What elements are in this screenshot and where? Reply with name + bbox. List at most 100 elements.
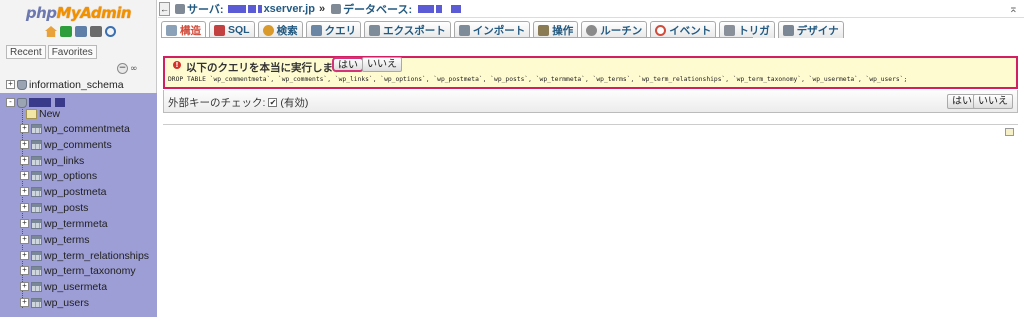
collapse-nav-icon[interactable]: ← (159, 1, 170, 16)
home-icon[interactable] (45, 26, 57, 37)
query-icon (310, 24, 322, 36)
tab-structure[interactable]: 構造 (161, 21, 206, 38)
wrench-icon (538, 24, 550, 36)
scroll-top-icon[interactable]: ⌅ (1009, 2, 1018, 15)
sql-docs-icon[interactable] (90, 26, 102, 37)
breadcrumb-server-label[interactable]: サーバ: (187, 1, 224, 17)
table-icon (31, 186, 42, 197)
database-icon (17, 79, 27, 90)
fk-no-button[interactable]: いいえ (973, 94, 1013, 109)
expand-icon[interactable]: + (20, 187, 29, 196)
link-icon[interactable]: ∞ (130, 64, 138, 74)
tree-table[interactable]: + wp_termmeta (20, 216, 108, 231)
table-icon (31, 234, 42, 245)
tree-table[interactable]: + wp_commentmeta (20, 121, 130, 136)
redacted-db (418, 4, 435, 13)
fk-check-row: 外部キーのチェック: ✔ (有効) はい いいえ (163, 90, 1018, 113)
expand-icon[interactable]: + (20, 219, 29, 228)
table-icon (31, 202, 42, 213)
tree-table[interactable]: + wp_options (20, 168, 97, 183)
recent-favorites-tabs: Recent Favorites (6, 45, 97, 59)
sql-query-text: DROP TABLE `wp_commentmeta`, `wp_comment… (168, 76, 908, 83)
db-name[interactable]: information_schema (29, 79, 124, 91)
tab-query[interactable]: クエリ (305, 21, 362, 38)
new-table-icon (26, 108, 37, 119)
expand-icon[interactable]: + (20, 124, 29, 133)
tab-import[interactable]: インポート (453, 21, 531, 38)
tab-search[interactable]: 検索 (257, 21, 303, 38)
tab-designer[interactable]: デザイナ (777, 21, 844, 38)
tree-table[interactable]: + wp_postmeta (20, 184, 106, 199)
tree-table[interactable]: + wp_users (20, 295, 89, 310)
documentation-icon[interactable] (75, 26, 87, 37)
table-icon (31, 139, 42, 150)
import-icon (458, 24, 470, 36)
table-icon (31, 265, 42, 276)
designer-icon (782, 24, 794, 36)
tree-new-table[interactable]: New (26, 106, 60, 121)
tab-divider (161, 37, 753, 38)
tree-table[interactable]: + wp_links (20, 153, 84, 168)
tab-triggers[interactable]: トリガ (719, 21, 775, 38)
table-icon (31, 218, 42, 229)
expand-icon[interactable]: + (20, 251, 29, 260)
routine-icon (586, 24, 598, 36)
expand-icon[interactable]: + (20, 156, 29, 165)
table-icon (31, 281, 42, 292)
table-icon (31, 297, 42, 308)
expand-icon[interactable]: + (20, 282, 29, 291)
collapse-controls: − ∞ (117, 63, 138, 74)
tree-db-information-schema[interactable]: + information_schema (6, 77, 124, 92)
tree-table[interactable]: + wp_terms (20, 232, 90, 247)
nav-icon-bar (45, 26, 116, 37)
expand-icon[interactable]: + (20, 298, 29, 307)
tree-table[interactable]: + wp_term_relationships (20, 248, 149, 263)
fk-check-label: 外部キーのチェック: ✔ (有効) (168, 97, 309, 109)
confirm-no-button[interactable]: いいえ (362, 57, 402, 72)
confirm-yes-button[interactable]: はい (332, 57, 364, 72)
expand-icon[interactable]: + (20, 235, 29, 244)
tab-operations[interactable]: 操作 (533, 21, 579, 38)
tab-export[interactable]: エクスポート (364, 21, 451, 38)
warning-icon: ! (173, 61, 181, 69)
favorites-tab[interactable]: Favorites (47, 45, 97, 59)
clock-icon (655, 24, 667, 36)
recent-tab[interactable]: Recent (6, 45, 46, 59)
phpmyadmin-window: phpMyAdmin Recent Favorites − ∞ + inform… (0, 0, 1024, 317)
console-icon[interactable] (1005, 128, 1014, 136)
tab-routines[interactable]: ルーチン (581, 21, 648, 38)
sql-icon (214, 24, 225, 36)
divider (163, 124, 1018, 125)
breadcrumb-db-label[interactable]: データベース: (343, 1, 412, 17)
collapse-all-icon[interactable]: − (117, 63, 128, 74)
expand-icon[interactable]: + (20, 171, 29, 180)
phpmyadmin-logo[interactable]: phpMyAdmin (0, 4, 157, 22)
table-icon (31, 250, 42, 261)
database-icon (331, 3, 342, 14)
logout-icon[interactable] (60, 26, 72, 37)
breadcrumb-server-host[interactable]: xserver.jp (264, 3, 315, 15)
table-icon (31, 123, 42, 134)
tree-table[interactable]: + wp_comments (20, 137, 112, 152)
navigation-panel: phpMyAdmin Recent Favorites − ∞ + inform… (0, 0, 157, 317)
expand-icon[interactable]: + (6, 80, 15, 89)
expand-icon[interactable]: + (20, 203, 29, 212)
table-icon (31, 170, 42, 181)
fk-enabled-label: (有効) (280, 97, 309, 109)
breadcrumb-separator: » (318, 2, 326, 15)
fk-checkbox[interactable]: ✔ (268, 98, 278, 107)
tree-table[interactable]: + wp_term_taxonomy (20, 263, 136, 278)
tab-events[interactable]: イベント (650, 21, 717, 38)
tree-table[interactable]: + wp_usermeta (20, 279, 107, 294)
collapse-icon[interactable]: - (6, 98, 15, 107)
tree-table[interactable]: + wp_posts (20, 200, 88, 215)
tab-sql[interactable]: SQL (209, 21, 255, 38)
db-menu-tabs: 構造 SQL 検索 クエリ エクスポート インポート 操作 ルーチン イベント … (161, 21, 844, 38)
expand-icon[interactable]: + (20, 140, 29, 149)
search-icon (262, 24, 274, 36)
redacted-server (227, 4, 246, 13)
export-icon (369, 24, 381, 36)
reload-icon[interactable] (105, 26, 116, 37)
expand-icon[interactable]: + (20, 266, 29, 275)
table-icon (31, 155, 42, 166)
